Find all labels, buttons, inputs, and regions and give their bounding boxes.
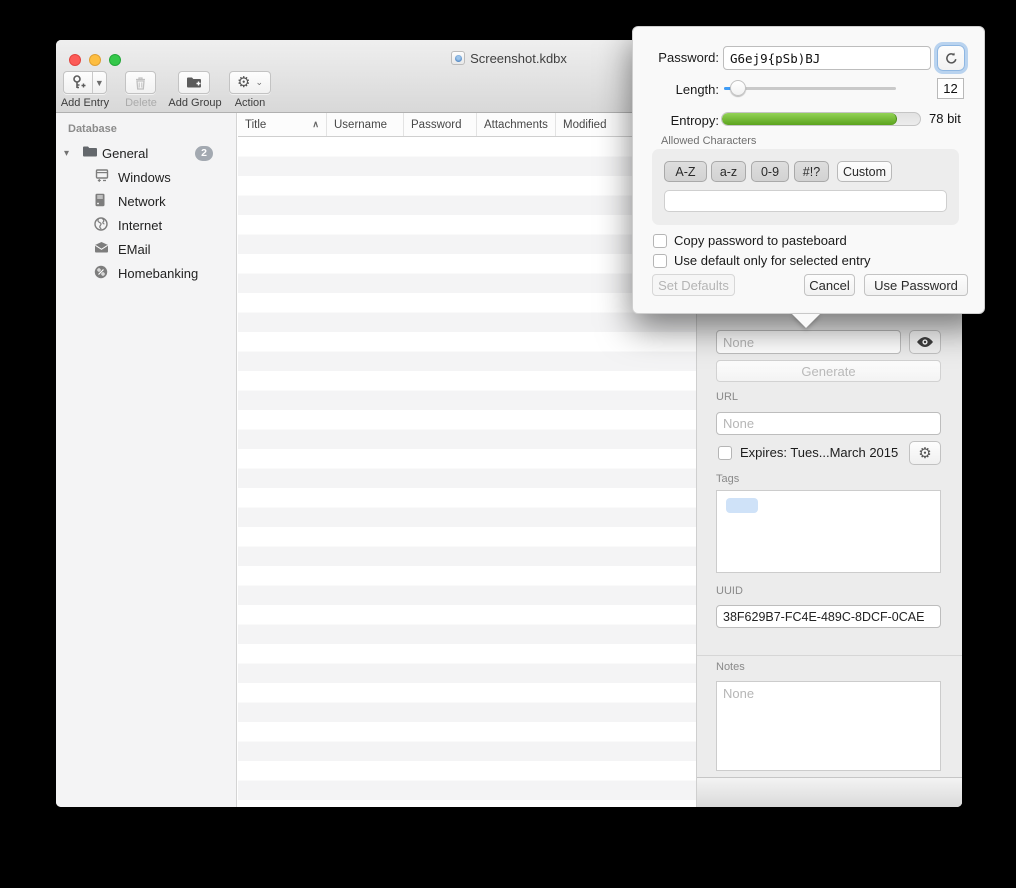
inspector-separator xyxy=(697,655,962,656)
envelope-icon xyxy=(94,241,110,257)
key-plus-icon xyxy=(64,75,92,90)
url-input[interactable] xyxy=(716,412,941,435)
sidebar-item-label: Windows xyxy=(118,170,171,185)
sidebar-item-email[interactable]: EMail xyxy=(56,237,236,261)
chevron-down-icon[interactable]: ▼ xyxy=(93,78,106,88)
toggle-lowercase[interactable]: a-z xyxy=(711,161,746,182)
column-header-attachments[interactable]: Attachments xyxy=(477,113,556,136)
column-header-username[interactable]: Username xyxy=(327,113,404,136)
sort-ascending-icon: ∧ xyxy=(312,119,319,130)
toggle-digits[interactable]: 0-9 xyxy=(751,161,789,182)
sidebar-item-label: Internet xyxy=(118,218,162,233)
sidebar-item-internet[interactable]: Internet xyxy=(56,213,236,237)
add-group-button[interactable] xyxy=(178,71,210,94)
slider-thumb[interactable] xyxy=(730,80,746,96)
expires-options-button[interactable]: ⚙ xyxy=(909,441,941,465)
expires-row: Expires: Tues...March 2015 xyxy=(718,445,898,460)
entry-count-badge: 2 xyxy=(195,146,213,161)
generate-password-button[interactable]: Generate xyxy=(716,360,941,382)
length-slider[interactable] xyxy=(724,78,896,98)
entropy-fill xyxy=(722,113,897,125)
toggle-symbols[interactable]: #!? xyxy=(794,161,829,182)
add-entry-button[interactable]: ▼ xyxy=(63,71,107,94)
sidebar-item-label: Network xyxy=(118,194,166,209)
toggle-custom[interactable]: Custom xyxy=(837,161,892,182)
copy-to-pasteboard-checkbox[interactable] xyxy=(653,234,667,248)
table-header: Title ∧ Username Password Attachments Mo… xyxy=(238,113,696,137)
delete-label: Delete xyxy=(120,97,162,109)
sidebar-item-label: EMail xyxy=(118,242,151,257)
use-default-checkbox[interactable] xyxy=(653,254,667,268)
folder-icon xyxy=(82,145,98,161)
window-title: Screenshot.kdbx xyxy=(470,51,567,66)
add-group-label: Add Group xyxy=(164,97,226,109)
server-icon xyxy=(94,193,110,209)
uuid-section-label: UUID xyxy=(716,585,743,597)
delete-button[interactable] xyxy=(125,71,156,94)
action-button[interactable]: ⚙ ⌄ xyxy=(229,71,271,94)
windows-icon xyxy=(94,169,110,185)
sidebar-item-homebanking[interactable]: Homebanking xyxy=(56,261,236,285)
copy-to-pasteboard-label: Copy password to pasteboard xyxy=(674,233,847,248)
reveal-password-button[interactable] xyxy=(909,330,941,354)
tags-box[interactable] xyxy=(716,490,941,573)
password-input[interactable] xyxy=(716,330,901,354)
cancel-button[interactable]: Cancel xyxy=(804,274,855,296)
notes-textarea[interactable] xyxy=(716,681,941,771)
sidebar-section-header: Database xyxy=(68,123,117,135)
entropy-meter xyxy=(721,112,921,126)
expires-label: Expires: Tues...March 2015 xyxy=(740,445,898,460)
action-label: Action xyxy=(228,97,272,109)
sidebar: Database ▾ General 2 xyxy=(56,113,237,807)
screen: Screenshot.kdbx ▼ xyxy=(0,0,1016,888)
tag-token[interactable] xyxy=(726,498,758,513)
folder-plus-icon xyxy=(186,76,202,89)
sidebar-item-windows[interactable]: Windows xyxy=(56,165,236,189)
add-entry-label: Add Entry xyxy=(56,97,114,109)
entry-table: Title ∧ Username Password Attachments Mo… xyxy=(238,113,696,807)
chevron-down-icon: ⌄ xyxy=(255,77,263,88)
custom-characters-input[interactable] xyxy=(664,190,947,212)
popover-password-label: Password: xyxy=(633,50,719,65)
sidebar-group-general[interactable]: ▾ General 2 xyxy=(56,141,236,165)
toggle-uppercase[interactable]: A-Z xyxy=(664,161,707,182)
popover-entropy-label: Entropy: xyxy=(633,113,719,128)
uuid-field[interactable] xyxy=(716,605,941,628)
column-header-title[interactable]: Title ∧ xyxy=(238,113,327,136)
popover-length-label: Length: xyxy=(633,82,719,97)
set-defaults-button[interactable]: Set Defaults xyxy=(652,274,735,296)
document-proxy-icon xyxy=(451,51,465,65)
sidebar-item-label: Homebanking xyxy=(118,266,198,281)
tags-section-label: Tags xyxy=(716,473,739,485)
gear-icon: ⚙ xyxy=(918,446,931,461)
disclosure-triangle-icon[interactable]: ▾ xyxy=(64,148,69,159)
regenerate-password-button[interactable] xyxy=(937,45,965,71)
copy-to-pasteboard-row: Copy password to pasteboard xyxy=(653,233,847,248)
percent-coin-icon xyxy=(94,265,110,281)
eye-icon xyxy=(916,336,934,348)
globe-icon xyxy=(94,217,110,233)
notes-section-label: Notes xyxy=(716,661,745,673)
password-generator-popover: Password: Length: Entropy: 78 bit Allowe… xyxy=(632,26,985,314)
inspector-footer-bar xyxy=(697,777,962,807)
expires-checkbox[interactable] xyxy=(718,446,732,460)
gear-icon: ⚙ xyxy=(237,75,250,90)
slider-track[interactable] xyxy=(724,87,896,90)
popover-arrow xyxy=(792,314,820,328)
length-value-field[interactable] xyxy=(937,78,964,99)
sidebar-group-label: General xyxy=(102,146,148,161)
table-body-empty[interactable] xyxy=(238,137,696,807)
allowed-characters-label: Allowed Characters xyxy=(661,135,756,147)
entropy-value: 78 bit xyxy=(929,111,961,126)
url-section-label: URL xyxy=(716,391,738,403)
use-default-row: Use default only for selected entry xyxy=(653,253,871,268)
sidebar-item-network[interactable]: Network xyxy=(56,189,236,213)
allowed-characters-box: A-Z a-z 0-9 #!? Custom xyxy=(652,149,959,225)
use-password-button[interactable]: Use Password xyxy=(864,274,968,296)
column-header-password[interactable]: Password xyxy=(404,113,477,136)
generated-password-input[interactable] xyxy=(723,46,931,70)
trash-icon xyxy=(134,76,147,90)
use-default-label: Use default only for selected entry xyxy=(674,253,871,268)
refresh-icon xyxy=(945,52,958,65)
